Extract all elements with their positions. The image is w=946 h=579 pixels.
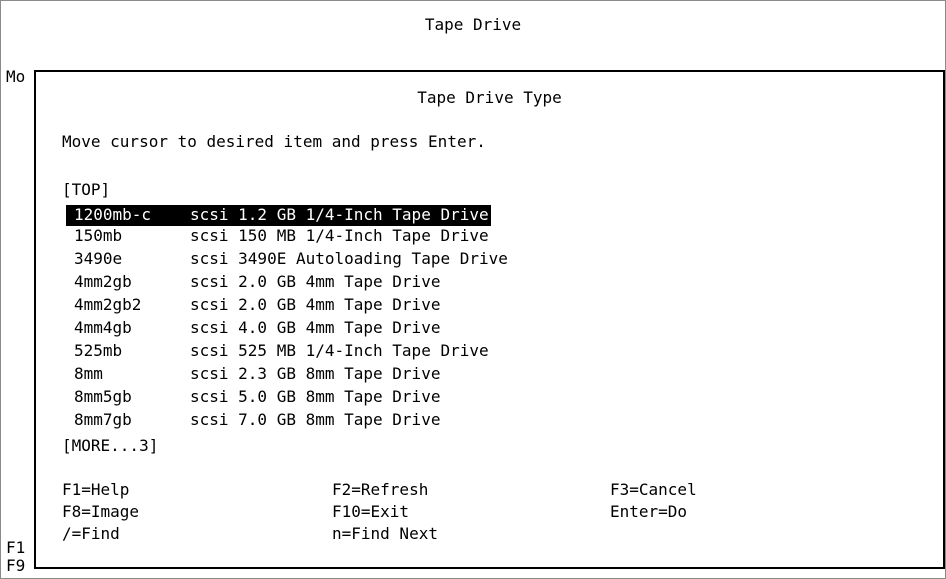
item-code: 8mm5gb [74,387,132,406]
list-item-525mb[interactable]: 525mb scsi 525 MB 1/4-Inch Tape Drive [74,341,491,364]
cancel-key[interactable]: F3=Cancel [610,480,697,500]
item-code: 3490e [74,249,123,268]
item-description: scsi 525 MB 1/4-Inch Tape Drive [190,341,489,360]
dialog-title: Tape Drive Type [417,88,562,107]
screen-title: Tape Drive [424,15,522,34]
image-key[interactable]: F8=Image [62,502,139,522]
item-code: 8mm7gb [74,410,132,429]
item-description: scsi 4.0 GB 4mm Tape Drive [190,318,441,337]
refresh-key[interactable]: F2=Refresh [332,480,428,500]
item-code: 525mb [74,341,123,360]
background-fkey-fragment-f9: F9 [6,556,26,575]
item-code: 1200mb-c [74,205,152,224]
exit-key[interactable]: F10=Exit [332,502,409,522]
item-code: 150mb [74,226,123,245]
list-item-3490e[interactable]: 3490e scsi 3490E Autoloading Tape Drive [74,249,508,272]
list-item-8mm7gb[interactable]: 8mm7gb scsi 7.0 GB 8mm Tape Drive [74,410,491,433]
item-description: scsi 2.3 GB 8mm Tape Drive [190,364,441,383]
item-description: scsi 2.0 GB 4mm Tape Drive [190,272,441,291]
more-marker: [MORE...3] [62,436,159,455]
list-item-4mm2gb2[interactable]: 4mm2gb2 scsi 2.0 GB 4mm Tape Drive [74,295,491,318]
item-description: scsi 1.2 GB 1/4-Inch Tape Drive [190,205,489,224]
tape-drive-list: 1200mb-c scsi 1.2 GB 1/4-Inch Tape Drive … [66,205,508,433]
item-description: scsi 150 MB 1/4-Inch Tape Drive [190,226,489,245]
item-description: scsi 7.0 GB 8mm Tape Drive [190,410,441,429]
help-key[interactable]: F1=Help [62,480,129,500]
list-item-8mm[interactable]: 8mm scsi 2.3 GB 8mm Tape Drive [74,364,491,387]
enter-do-key[interactable]: Enter=Do [610,502,687,522]
item-code: 4mm4gb [74,318,132,337]
list-item-8mm5gb[interactable]: 8mm5gb scsi 5.0 GB 8mm Tape Drive [74,387,491,410]
list-item-4mm4gb[interactable]: 4mm4gb scsi 4.0 GB 4mm Tape Drive [74,318,491,341]
item-code: 4mm2gb2 [74,295,142,314]
background-menu-fragment: Mo [6,67,26,86]
item-description: scsi 3490E Autoloading Tape Drive [190,249,508,268]
background-fkey-fragment-f1: F1 [6,538,26,557]
instruction-text: Move cursor to desired item and press En… [62,132,486,151]
list-item-150mb[interactable]: 150mb scsi 150 MB 1/4-Inch Tape Drive [74,226,491,249]
item-description: scsi 5.0 GB 8mm Tape Drive [190,387,441,406]
top-marker: [TOP] [62,180,111,199]
function-key-bar: F1=Help F2=Refresh F3=Cancel F8=Image F1… [62,480,922,546]
find-next-key[interactable]: n=Find Next [332,524,438,544]
tape-drive-type-dialog: Tape Drive Type Move cursor to desired i… [34,70,945,569]
find-key[interactable]: /=Find [62,524,120,544]
list-item-4mm2gb[interactable]: 4mm2gb scsi 2.0 GB 4mm Tape Drive [74,272,491,295]
item-description: scsi 2.0 GB 4mm Tape Drive [190,295,441,314]
list-item-1200mb-c[interactable]: 1200mb-c scsi 1.2 GB 1/4-Inch Tape Drive [66,205,491,226]
item-code: 4mm2gb [74,272,132,291]
item-code: 8mm [74,364,103,383]
